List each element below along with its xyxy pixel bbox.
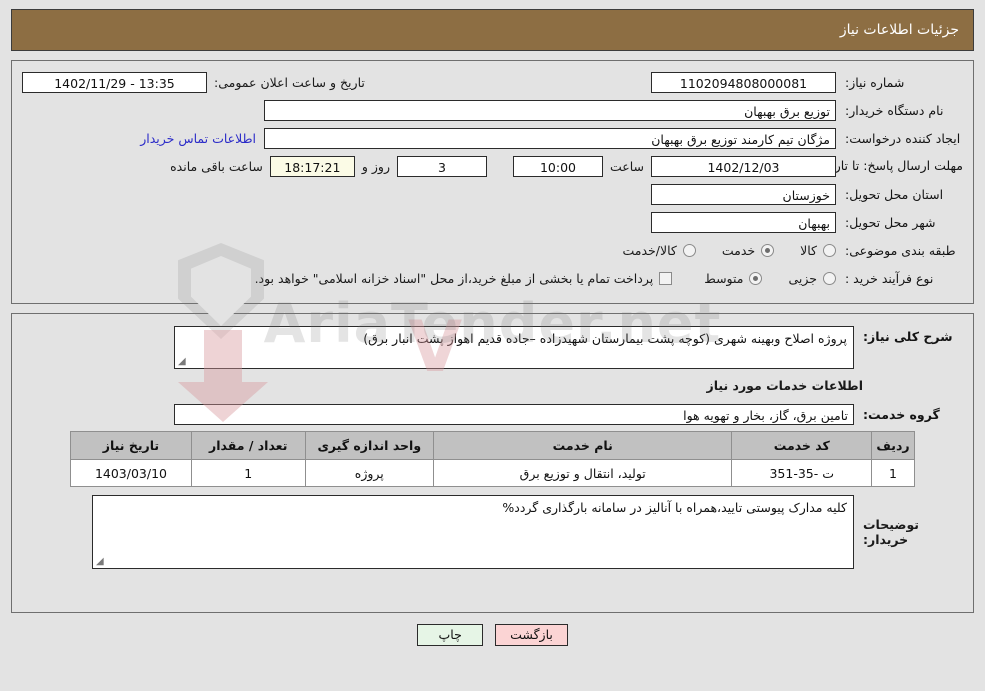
city-value: بهبهان xyxy=(651,211,836,233)
category-radio-khedmat[interactable]: خدمت xyxy=(721,242,775,258)
organization-label: نام دستگاه خریدار: xyxy=(845,102,944,118)
organization-value: توزیع برق بهبهان xyxy=(264,99,836,121)
row-process-type: نوع فرآیند خرید : جزیی متوسط پرداخت تمام… xyxy=(22,267,963,289)
row-buyer-notes: توضیحات خریدار: کلیه مدارک پیوستی تایید،… xyxy=(22,495,963,569)
treasury-note-text: پرداخت تمام یا بخشی از مبلغ خرید،از محل … xyxy=(254,270,654,286)
category-radio-group: کالا خدمت کالا/خدمت xyxy=(596,243,836,258)
category-option-label: کالا xyxy=(800,242,817,258)
deadline-date-value: 1402/12/03 xyxy=(651,155,836,177)
service-group-value: تامین برق، گاز، بخار و تهویه هوا xyxy=(174,403,854,425)
table-row: 1 ت -35-351 تولید، انتقال و توزیع برق پر… xyxy=(70,459,915,487)
description-value: پروژه اصلاح وبهینه شهری (کوچه پشت بیمارس… xyxy=(363,331,847,346)
page-header-bar: جزئیات اطلاعات نیاز xyxy=(11,9,974,51)
checkbox-icon[interactable] xyxy=(659,271,673,285)
category-option-label: خدمت xyxy=(721,242,756,258)
row-need-number: شماره نیاز: 1102094808000081 تاریخ و ساع… xyxy=(22,71,963,93)
services-table-container: ردیف کد خدمت نام خدمت واحد اندازه گیری ت… xyxy=(22,431,963,487)
service-group-label: گروه خدمت: xyxy=(863,406,940,422)
countdown-label: ساعت باقی مانده xyxy=(170,158,263,174)
process-option-label: جزیی xyxy=(788,270,817,286)
category-radio-kala-khedmat[interactable]: کالا/خدمت xyxy=(622,242,696,258)
need-number-label: شماره نیاز: xyxy=(845,74,905,90)
radio-icon[interactable] xyxy=(682,243,696,257)
deadline-label: مهلت ارسال پاسخ: تا تاریخ: xyxy=(818,158,963,173)
countdown-timer-value: 18:17:21 xyxy=(269,155,355,177)
description-textarea[interactable]: پروژه اصلاح وبهینه شهری (کوچه پشت بیمارس… xyxy=(174,326,854,369)
category-label: طبقه بندی موضوعی: xyxy=(845,242,956,258)
city-label: شهر محل تحویل: xyxy=(845,214,936,230)
column-header-qty: تعداد / مقدار xyxy=(190,431,306,460)
process-option-label: متوسط xyxy=(704,270,744,286)
hour-label: ساعت xyxy=(609,158,644,174)
table-header-row: ردیف کد خدمت نام خدمت واحد اندازه گیری ت… xyxy=(70,431,915,460)
footer-actions: بازگشت چاپ xyxy=(0,624,985,646)
row-province: استان محل تحویل: خوزستان xyxy=(22,183,963,205)
radio-icon-selected[interactable] xyxy=(749,271,763,285)
cell-unit: پروژه xyxy=(304,459,435,487)
buyer-notes-textarea[interactable]: کلیه مدارک پیوستی تایید،همراه با آنالیز … xyxy=(92,495,854,569)
resize-grip-icon[interactable]: ◢ xyxy=(96,557,105,567)
row-description: شرح کلی نیاز: پروژه اصلاح وبهینه شهری (ک… xyxy=(22,326,963,369)
creator-label: ایجاد کننده درخواست: xyxy=(845,130,961,146)
treasury-note-checkbox-wrap[interactable]: پرداخت تمام یا بخشی از مبلغ خرید،از محل … xyxy=(255,271,673,286)
back-button[interactable]: بازگشت xyxy=(495,624,568,646)
column-header-unit: واحد اندازه گیری xyxy=(304,431,435,460)
process-radio-jozei[interactable]: جزیی xyxy=(788,271,836,286)
announce-value: 13:35 - 1402/11/29 xyxy=(22,71,207,93)
row-creator: ایجاد کننده درخواست: مژگان تیم کارمند تو… xyxy=(22,127,963,149)
column-header-name: نام خدمت xyxy=(432,431,733,460)
page-title: جزئیات اطلاعات نیاز xyxy=(839,22,959,38)
row-category: طبقه بندی موضوعی: کالا خدمت کالا/خدمت xyxy=(22,239,963,261)
need-details-panel: شرح کلی نیاز: پروژه اصلاح وبهینه شهری (ک… xyxy=(11,313,974,613)
row-service-group: گروه خدمت: تامین برق، گاز، بخار و تهویه … xyxy=(22,403,963,425)
category-radio-kala[interactable]: کالا xyxy=(800,243,836,258)
deadline-hour-value: 10:00 xyxy=(512,155,603,177)
cell-radif: 1 xyxy=(871,459,915,487)
radio-icon-selected[interactable] xyxy=(761,243,775,257)
resize-grip-icon[interactable]: ◢ xyxy=(178,357,187,367)
creator-value: مژگان تیم کارمند توزیع برق بهبهان xyxy=(264,127,836,149)
province-value: خوزستان xyxy=(651,183,836,205)
services-table: ردیف کد خدمت نام خدمت واحد اندازه گیری ت… xyxy=(70,431,915,487)
row-city: شهر محل تحویل: بهبهان xyxy=(22,211,963,233)
services-section-title: اطلاعات خدمات مورد نیاز xyxy=(706,378,864,393)
buyer-notes-label: توضیحات خریدار: xyxy=(863,517,919,547)
category-option-label: کالا/خدمت xyxy=(622,242,677,258)
cell-code: ت -35-351 xyxy=(731,459,873,487)
need-number-value: 1102094808000081 xyxy=(651,71,836,93)
radio-icon[interactable] xyxy=(823,243,836,257)
remaining-days-value: 3 xyxy=(396,155,487,177)
process-radio-group: جزیی متوسط xyxy=(678,271,836,286)
need-summary-panel: شماره نیاز: 1102094808000081 تاریخ و ساع… xyxy=(11,60,974,304)
description-label: شرح کلی نیاز: xyxy=(863,329,953,344)
cell-date: 1403/03/10 xyxy=(70,459,192,487)
column-header-code: کد خدمت xyxy=(731,431,873,460)
process-radio-motevaset[interactable]: متوسط xyxy=(704,270,763,286)
cell-qty: 1 xyxy=(190,459,306,487)
announce-label: تاریخ و ساعت اعلان عمومی: xyxy=(214,74,365,90)
cell-name: تولید، انتقال و توزیع برق xyxy=(432,459,733,487)
print-button[interactable]: چاپ xyxy=(417,624,484,646)
row-deadline: مهلت ارسال پاسخ: تا تاریخ: 1402/12/03 سا… xyxy=(22,155,963,177)
buyer-notes-value: کلیه مدارک پیوستی تایید،همراه با آنالیز … xyxy=(502,500,847,515)
process-label: نوع فرآیند خرید : xyxy=(845,270,934,286)
days-label: روز و xyxy=(361,158,390,174)
column-header-radif: ردیف xyxy=(871,431,915,460)
header-container: جزئیات اطلاعات نیاز xyxy=(0,0,985,51)
radio-icon[interactable] xyxy=(823,271,836,285)
province-label: استان محل تحویل: xyxy=(845,186,944,202)
column-header-date: تاریخ نیاز xyxy=(70,431,192,460)
row-organization: نام دستگاه خریدار: توزیع برق بهبهان xyxy=(22,99,963,121)
buyer-contact-link[interactable]: اطلاعات تماس خریدار xyxy=(132,131,264,146)
